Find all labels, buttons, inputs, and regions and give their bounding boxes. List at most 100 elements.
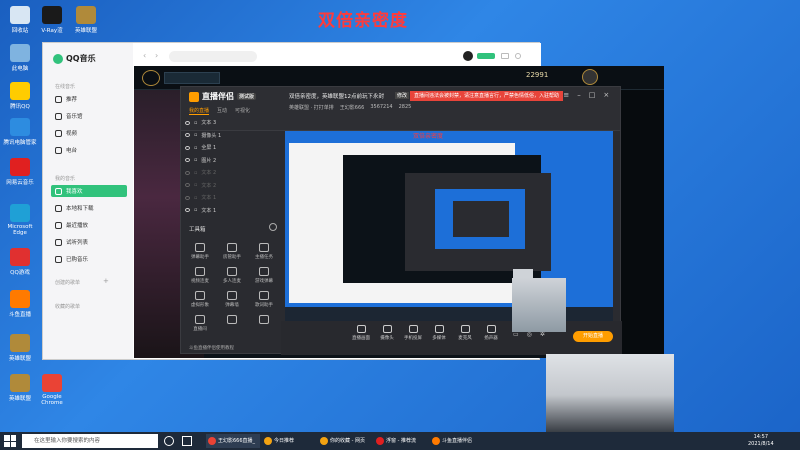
settings-gear-icon[interactable]: ✲ xyxy=(540,331,545,338)
qq-music-logo: QQ音乐 xyxy=(53,53,96,64)
sidebar-item-online[interactable]: 推荐 xyxy=(51,93,127,105)
tool-button[interactable]: 虚拟形象 xyxy=(185,291,215,308)
eye-icon[interactable] xyxy=(185,170,190,175)
windows-start-icon[interactable] xyxy=(4,435,16,447)
desktop-icon[interactable]: Microsoft Edge xyxy=(2,204,38,236)
back-arrow-icon[interactable]: ‹ xyxy=(143,51,146,60)
taskbar-search-input[interactable]: 在这里输入你要搜索的内容 xyxy=(22,434,158,448)
desktop-icon[interactable]: 英雄联盟 xyxy=(2,334,38,362)
toolbox-more-icon[interactable] xyxy=(269,223,277,231)
desktop-icon[interactable]: 腾讯电脑管家 xyxy=(2,118,38,146)
qq-search-input[interactable] xyxy=(169,51,257,62)
user-avatar[interactable] xyxy=(463,51,473,61)
taskbar-app[interactable]: 浮窗 - 推荐流 xyxy=(374,434,428,448)
live-tab[interactable]: 互动 xyxy=(217,107,227,115)
taskbar-app[interactable]: 今日推荐 xyxy=(262,434,316,448)
modify-title-button[interactable]: 修改 xyxy=(395,92,410,99)
lock-icon[interactable]: ▫ xyxy=(194,195,197,201)
desktop-icon[interactable]: 此电脑 xyxy=(2,44,38,72)
taskbar-app[interactable]: 斗鱼直播伴侣 xyxy=(430,434,484,448)
sidebar-item-online[interactable]: 电台 xyxy=(51,144,127,156)
tool-button[interactable]: 视频连麦 xyxy=(185,267,215,284)
sidebar-item-mine[interactable]: 本地和下载 xyxy=(51,202,127,214)
live-tab[interactable]: 我的直播 xyxy=(189,107,210,115)
live-tab[interactable]: 可视化 xyxy=(235,107,250,115)
scene-item[interactable]: ▫ 文本 3 xyxy=(185,117,277,128)
scene-item[interactable]: ▫ 文本 1 xyxy=(185,205,277,216)
bottom-bar-button[interactable]: 摄像头 xyxy=(375,325,399,341)
cortana-icon[interactable] xyxy=(164,436,174,446)
system-clock[interactable]: 14:57 2021/8/14 xyxy=(748,434,774,448)
desktop-icon[interactable]: V-Ray渲 xyxy=(34,6,70,34)
tutorial-link[interactable]: 斗鱼直播伴侣使用教程 xyxy=(189,345,234,351)
desktop-icon[interactable]: 腾讯QQ xyxy=(2,82,38,110)
game-play-button[interactable] xyxy=(164,72,220,84)
bottom-bar-button[interactable]: 多媒体 xyxy=(427,325,451,341)
desktop-icon[interactable]: 斗鱼直播 xyxy=(2,290,38,318)
menu-icon[interactable]: ≡ xyxy=(563,91,569,99)
task-view-icon[interactable] xyxy=(182,436,192,446)
lock-icon[interactable]: ▫ xyxy=(194,182,197,188)
bottom-bar-button[interactable]: 直播画面 xyxy=(349,325,373,341)
scene-item[interactable]: ▫ 图片 2 xyxy=(185,155,277,166)
eye-icon[interactable] xyxy=(185,208,190,212)
minimize-icon[interactable]: – xyxy=(577,91,581,99)
desktop-icon[interactable]: 英雄联盟 xyxy=(68,6,104,34)
close-icon[interactable]: × xyxy=(603,91,609,99)
lock-icon[interactable]: ▫ xyxy=(194,207,197,213)
desktop-icon[interactable]: 网易云音乐 xyxy=(2,158,38,186)
lock-icon[interactable]: ▫ xyxy=(194,120,197,126)
scene-item[interactable]: ▫ 文本 2 xyxy=(185,167,277,178)
eye-icon[interactable] xyxy=(185,195,190,200)
eye-icon[interactable] xyxy=(185,183,190,187)
sidebar-item-mine[interactable]: 最近播放 xyxy=(51,219,127,231)
eye-icon[interactable] xyxy=(185,133,190,137)
lock-icon[interactable]: ▫ xyxy=(194,132,197,138)
lock-icon[interactable]: ▫ xyxy=(194,170,197,176)
tool-button[interactable]: 游戏弹幕 xyxy=(249,267,279,284)
desktop-icon-label: 英雄联盟 xyxy=(8,396,31,402)
taskbar-app[interactable]: 王幻影666直播_英... xyxy=(206,434,260,448)
taskbar-app[interactable]: 你的收藏 - 网页 xyxy=(318,434,372,448)
eye-icon[interactable] xyxy=(185,158,190,162)
desktop-icon[interactable]: 回收站 xyxy=(2,6,38,34)
bottom-bar-button[interactable]: 手机投屏 xyxy=(401,325,425,341)
camera-icon[interactable]: ▭ xyxy=(513,331,519,338)
maximize-icon[interactable]: □ xyxy=(589,91,596,99)
scene-item[interactable]: ▫ 文本 1 xyxy=(185,192,277,203)
tool-button[interactable]: 弹幕助手 xyxy=(185,243,215,260)
bottom-bar-button[interactable]: 扬声器 xyxy=(479,325,503,341)
sidebar-item-online[interactable]: 音乐馆 xyxy=(51,110,127,122)
bottom-bar-button[interactable]: 麦克风 xyxy=(453,325,477,341)
tool-button[interactable]: 直播间 xyxy=(185,315,215,332)
tool-button[interactable] xyxy=(249,315,279,326)
tool-button[interactable]: 弹幕墙 xyxy=(217,291,247,308)
lock-icon[interactable]: ▫ xyxy=(194,157,197,163)
desktop-icon[interactable]: Google Chrome xyxy=(34,374,70,406)
game-avatar[interactable] xyxy=(582,69,598,85)
scene-item[interactable]: ▫ 文本 2 xyxy=(185,180,277,191)
tool-button[interactable]: 歌词助手 xyxy=(249,291,279,308)
mail-icon[interactable] xyxy=(501,53,509,59)
sidebar-item-mine[interactable]: 我喜欢 xyxy=(51,185,127,197)
forward-arrow-icon[interactable]: › xyxy=(155,51,158,60)
eye-icon[interactable] xyxy=(185,145,190,150)
desktop-icon[interactable]: 英雄联盟 xyxy=(2,374,38,402)
add-playlist-icon[interactable]: + xyxy=(103,277,109,285)
scene-item[interactable]: ▫ 全屏 1 xyxy=(185,142,277,153)
start-live-button[interactable]: 开始直播 xyxy=(573,331,613,342)
tool-button[interactable] xyxy=(217,315,247,326)
bottom-bar-icon xyxy=(382,325,392,333)
tool-button[interactable]: 房管助手 xyxy=(217,243,247,260)
sidebar-item-mine[interactable]: 已购音乐 xyxy=(51,253,127,265)
lock-icon[interactable]: ▫ xyxy=(194,145,197,151)
sidebar-item-online[interactable]: 视频 xyxy=(51,127,127,139)
sidebar-item-mine[interactable]: 试听列表 xyxy=(51,236,127,248)
eye-icon[interactable] xyxy=(185,120,190,125)
tool-button[interactable]: 主播任务 xyxy=(249,243,279,260)
settings-icon[interactable] xyxy=(515,53,521,59)
tool-button[interactable]: 多人连麦 xyxy=(217,267,247,284)
desktop-icon[interactable]: QQ游戏 xyxy=(2,248,38,276)
record-icon[interactable]: ◎ xyxy=(527,331,532,338)
scene-item[interactable]: ▫ 摄像头 1 xyxy=(185,130,277,141)
